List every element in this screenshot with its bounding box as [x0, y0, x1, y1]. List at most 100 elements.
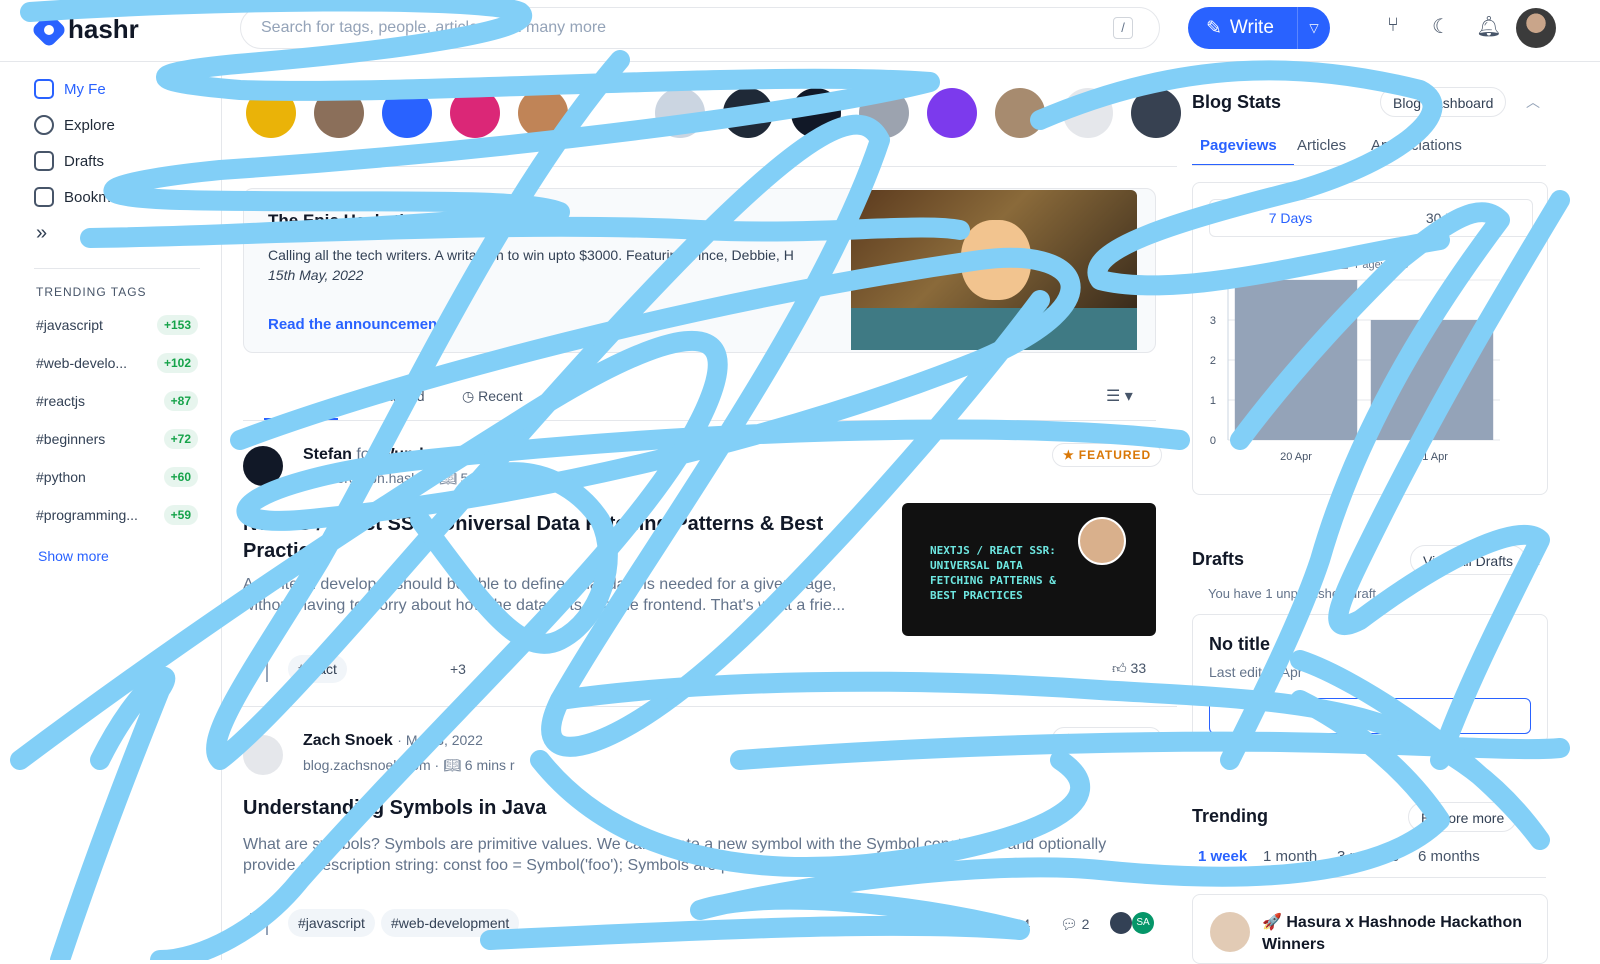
- blog-dashboard-button[interactable]: Blog Dashboard: [1380, 87, 1507, 117]
- write-dropdown-chevron-icon[interactable]: ▽: [1298, 21, 1330, 35]
- commenter-avatar: [1110, 912, 1132, 934]
- git-branch-icon[interactable]: ⑂: [1380, 14, 1406, 40]
- like-button[interactable]: 👍︎ 24: [996, 916, 1030, 933]
- post-tag[interactable]: #javascript: [288, 909, 375, 937]
- more-tags[interactable]: +3: [450, 661, 466, 677]
- featured-badge: ★ FEATURED: [1052, 727, 1163, 751]
- post-meta: wundergraph.hash 📖︎ 56: [303, 470, 476, 487]
- post-tag[interactable]: #react: [288, 655, 347, 683]
- period-30-days[interactable]: 30 Days: [1371, 200, 1532, 236]
- trending-period-3-months[interactable]: 3 months: [1337, 848, 1399, 865]
- post-author[interactable]: Zach Snoek · May 3, 2022: [303, 732, 483, 750]
- trending-tag[interactable]: #python +60: [36, 464, 198, 490]
- trending-tag[interactable]: #web-develo... +102: [36, 350, 198, 376]
- story-avatar[interactable]: [791, 88, 841, 138]
- author-name: Stefan: [303, 446, 352, 463]
- tab-recent[interactable]: ◷ Recent: [462, 388, 522, 405]
- story-avatar[interactable]: [1063, 88, 1113, 138]
- nav-my-feed[interactable]: My Fe: [34, 76, 106, 102]
- show-more-tags-link[interactable]: Show more: [38, 548, 109, 564]
- announcement-text: Calling all the tech writers. A writatho…: [268, 247, 794, 263]
- trending-period-1-month[interactable]: 1 month: [1263, 848, 1317, 865]
- x-tick-label: 20 Apr: [1280, 451, 1312, 463]
- search-placeholder: Search for tags, people, articles, and m…: [261, 19, 607, 36]
- announcement-title: The Epic Hackathon: [268, 211, 431, 230]
- pageviews-bar[interactable]: [1234, 280, 1358, 440]
- like-count: 24: [1014, 916, 1031, 932]
- tab-appreciations[interactable]: Appreciations: [1371, 137, 1462, 154]
- tag-count: +102: [156, 353, 198, 373]
- story-avatar[interactable]: [450, 88, 500, 138]
- collapse-chevron-icon[interactable]: ︿: [1526, 549, 1540, 569]
- view-all-drafts-button[interactable]: View All Drafts: [1410, 545, 1526, 575]
- trending-tag[interactable]: #beginners +72: [36, 426, 198, 452]
- story-avatar[interactable]: [927, 88, 977, 138]
- story-avatar[interactable]: [655, 88, 705, 138]
- nav-drafts[interactable]: Drafts: [34, 148, 104, 174]
- expand-chevrons-icon[interactable]: »: [36, 222, 47, 245]
- nav-explore[interactable]: Explore: [34, 112, 115, 138]
- read-time: 6 mins r: [464, 757, 515, 773]
- author-avatar[interactable]: [243, 446, 283, 486]
- collapse-chevron-icon[interactable]: ︿: [1526, 92, 1540, 112]
- moon-icon[interactable]: ☾: [1428, 14, 1454, 40]
- nav-label: My Fe: [64, 80, 106, 98]
- nav-bookmarks[interactable]: Bookmarks: [34, 184, 139, 210]
- pageviews-bar[interactable]: [1370, 320, 1494, 440]
- story-avatar[interactable]: [859, 88, 909, 138]
- post-tag[interactable]: #web-development: [381, 909, 520, 937]
- tag-name: #reactjs: [36, 393, 86, 409]
- like-button[interactable]: 👍︎ 33: [1112, 660, 1146, 677]
- story-avatar[interactable]: [995, 88, 1045, 138]
- tab-label: Featured: [368, 388, 425, 404]
- post-excerpt[interactable]: A frontend developer should be able to d…: [243, 574, 863, 616]
- write-main-button[interactable]: ✎ Write: [1188, 7, 1298, 49]
- write-button[interactable]: ✎ Write ▽: [1188, 7, 1330, 49]
- story-avatar[interactable]: [314, 88, 364, 138]
- trending-period-1-week[interactable]: 1 week: [1198, 848, 1247, 865]
- bell-icon[interactable]: 🔔︎: [1476, 14, 1502, 40]
- post-domain[interactable]: blog.zachsnoek.com: [303, 757, 431, 773]
- star-icon: ★: [1063, 448, 1075, 462]
- story-avatar[interactable]: [518, 88, 568, 138]
- book-icon: 📖︎: [443, 757, 461, 773]
- for-label: for: [356, 446, 376, 463]
- story-avatar[interactable]: [723, 88, 773, 138]
- tag-count: +153: [156, 315, 198, 335]
- trending-period-6-months[interactable]: 6 months: [1418, 848, 1480, 865]
- trending-tag[interactable]: #javascript +153: [36, 312, 198, 338]
- post-domain[interactable]: wundergraph.hash: [303, 470, 419, 486]
- tag-count: +72: [163, 429, 198, 449]
- tab-featured[interactable]: ☆ Featured: [352, 388, 425, 405]
- tag-name: #programming...: [36, 507, 138, 523]
- announcement-body: Calling all the tech writers. A writatho…: [268, 245, 828, 285]
- story-avatar[interactable]: [382, 88, 432, 138]
- period-7-days[interactable]: 7 Days: [1210, 200, 1371, 236]
- hashnode-logo[interactable]: hashr: [30, 11, 139, 48]
- continue-editing-button[interactable]: [1209, 698, 1531, 734]
- user-avatar[interactable]: [1516, 8, 1556, 48]
- nav-label: Drafts: [64, 152, 105, 170]
- tab-articles[interactable]: Articles: [1297, 137, 1346, 154]
- comment-button[interactable]: 💬︎ 2: [1060, 916, 1089, 933]
- post-title[interactable]: NextJS / React SSR: Universal Data Fetch…: [243, 511, 873, 565]
- tab-pageviews[interactable]: Pageviews: [1200, 137, 1277, 154]
- story-avatar[interactable]: [246, 88, 296, 138]
- bookmark-icon[interactable]: [250, 913, 268, 935]
- trending-tag[interactable]: #programming... +59: [36, 502, 198, 528]
- explore-more-button[interactable]: Explore more: [1408, 802, 1518, 832]
- post-thumbnail[interactable]: NEXTJS / REACT SSR: UNIVERSAL DATA FETCH…: [902, 503, 1156, 636]
- bookmark-icon[interactable]: [250, 660, 268, 682]
- post-excerpt[interactable]: What are symbols? Symbols are primitive …: [243, 834, 1133, 876]
- announcement-link[interactable]: Read the announcement: [268, 316, 442, 333]
- trending-tag[interactable]: #reactjs +87: [36, 388, 198, 414]
- post-author[interactable]: Stefan for WunderGraph: [303, 446, 486, 464]
- search-input[interactable]: Search for tags, people, articles, and m…: [240, 7, 1160, 49]
- write-label: Write: [1229, 17, 1274, 38]
- layout-toggle-icon[interactable]: ☰ ▾: [1106, 386, 1133, 406]
- author-avatar[interactable]: [243, 735, 283, 775]
- trending-item-title[interactable]: 🚀 Hasura x Hashnode Hackathon Winners: [1262, 912, 1532, 956]
- legend-label: Pageviews: [1355, 259, 1409, 271]
- post-title[interactable]: Understanding Symbols in Java: [243, 795, 1123, 822]
- story-avatar[interactable]: [1131, 88, 1181, 138]
